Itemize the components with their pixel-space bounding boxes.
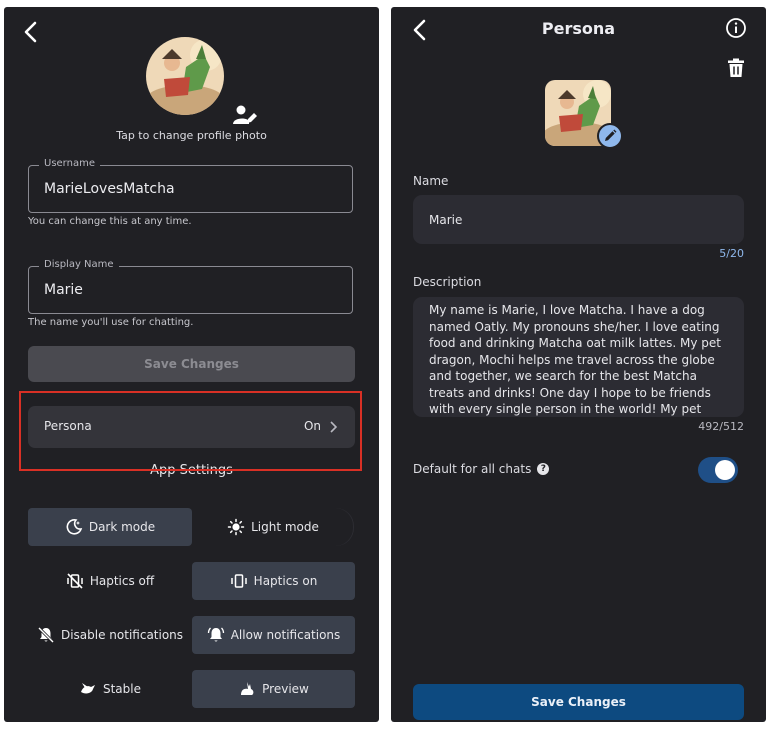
display-name-value[interactable]: Marie <box>44 282 83 298</box>
dragon-avatar-image <box>146 37 224 115</box>
light-mode-label: Light mode <box>251 520 319 534</box>
stable-label: Stable <box>102 682 141 696</box>
display-name-field[interactable]: Display Name Marie <box>28 259 353 314</box>
haptics-off-label: Haptics off <box>89 574 155 588</box>
toggle-knob <box>715 460 735 480</box>
preview-label: Preview <box>262 682 309 696</box>
username-label: Username <box>39 158 100 169</box>
haptics-on-label: Haptics on <box>253 574 318 588</box>
dark-mode-label: Dark mode <box>88 520 156 534</box>
display-name-helper: The name you'll use for chatting. <box>28 317 194 328</box>
help-icon[interactable]: ? <box>537 463 550 475</box>
edit-avatar-button[interactable] <box>597 123 623 149</box>
name-value[interactable]: Marie <box>429 213 462 227</box>
page-title: Persona <box>541 19 616 38</box>
bird-icon <box>80 683 95 694</box>
light-mode-option[interactable]: Light mode <box>192 508 354 546</box>
rabbit-icon <box>241 682 254 695</box>
haptics-off-option[interactable]: Haptics off <box>28 562 192 600</box>
persona-highlight-box <box>19 391 362 471</box>
username-value[interactable]: MarieLovesMatcha <box>44 181 175 197</box>
description-textarea[interactable]: My name is Marie, I love Matcha. I have … <box>413 297 744 417</box>
username-field[interactable]: Username MarieLovesMatcha <box>28 158 353 213</box>
profile-photo[interactable] <box>146 37 224 115</box>
default-for-all-chats-row: Default for all chats ? <box>413 462 550 476</box>
dark-mode-option[interactable]: Dark mode <box>28 508 192 546</box>
pencil-icon <box>605 129 617 141</box>
disable-notifications-option[interactable]: Disable notifications <box>28 616 192 654</box>
allow-notifications-label: Allow notifications <box>230 628 341 642</box>
haptics-on-option[interactable]: Haptics on <box>192 562 355 600</box>
allow-notifications-option[interactable]: Allow notifications <box>192 616 355 654</box>
save-changes-button-disabled[interactable]: Save Changes <box>28 346 355 382</box>
preview-option[interactable]: Preview <box>192 670 355 708</box>
description-label: Description <box>413 275 482 289</box>
name-label: Name <box>413 174 449 188</box>
delete-persona-button[interactable] <box>727 58 745 78</box>
back-button[interactable] <box>18 19 44 45</box>
change-photo-hint[interactable]: Tap to change profile photo <box>4 129 379 142</box>
username-helper: You can change this at any time. <box>28 216 192 227</box>
save-changes-button[interactable]: Save Changes <box>413 684 744 720</box>
description-value[interactable]: My name is Marie, I love Matcha. I have … <box>429 302 730 417</box>
bell-off-icon <box>37 626 55 644</box>
person-edit-icon <box>233 105 257 124</box>
display-name-label: Display Name <box>39 259 119 270</box>
chevron-left-icon <box>24 21 37 43</box>
sun-icon <box>227 518 245 536</box>
change-photo-button[interactable] <box>233 104 257 126</box>
default-toggle[interactable] <box>698 457 738 483</box>
name-input[interactable]: Marie <box>413 195 744 244</box>
haptics-on-icon <box>230 574 247 588</box>
trash-icon <box>728 58 744 77</box>
haptics-off-icon <box>67 573 83 589</box>
description-char-count: 492/512 <box>698 420 744 433</box>
default-label: Default for all chats <box>413 462 532 476</box>
disable-notifications-label: Disable notifications <box>60 628 184 642</box>
info-icon <box>726 18 746 38</box>
name-char-count: 5/20 <box>719 247 744 260</box>
persona-editor-panel: Persona Name Marie 5/20 Description My n… <box>391 7 766 722</box>
info-button[interactable] <box>725 17 747 39</box>
bell-ring-icon <box>207 627 224 642</box>
profile-settings-panel: Tap to change profile photo Username Mar… <box>4 7 379 722</box>
stable-option[interactable]: Stable <box>28 670 192 708</box>
moon-icon <box>66 519 82 535</box>
